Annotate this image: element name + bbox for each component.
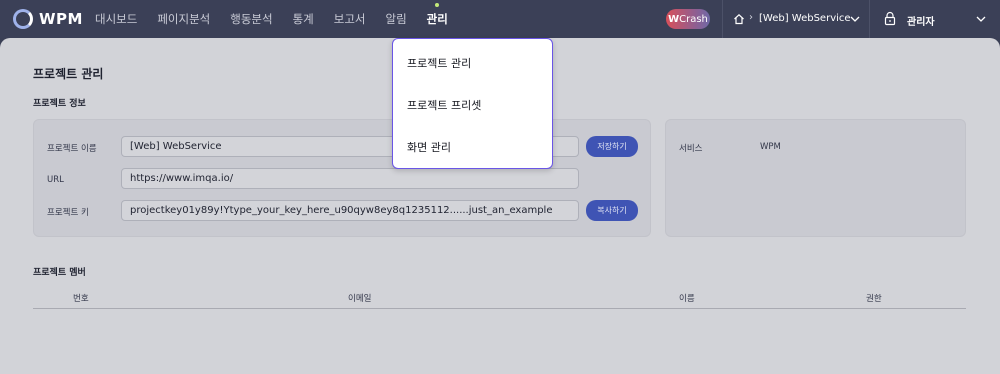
home-icon — [734, 13, 744, 25]
nav-reports[interactable]: 보고서 — [334, 11, 366, 27]
project-key-label: 프로젝트 키 — [47, 208, 89, 218]
management-dropdown-menu: 프로젝트 관리 프로젝트 프리셋 화면 관리 — [392, 38, 553, 169]
project-selector[interactable]: › [Web] WebService — [722, 0, 870, 38]
page-title: 프로젝트 관리 — [33, 67, 104, 81]
save-button[interactable]: 저장하기 — [586, 136, 638, 157]
column-email: 이메일 — [348, 294, 372, 304]
service-card: 서비스 WPM — [665, 119, 966, 237]
menu-item-project-preset[interactable]: 프로젝트 프리셋 — [407, 97, 481, 113]
nav-alerts[interactable]: 알림 — [385, 11, 406, 27]
url-input[interactable]: https://www.imqa.io/ — [121, 168, 579, 189]
wcrash-text: Crash — [679, 13, 708, 25]
column-name: 이름 — [679, 294, 695, 304]
active-indicator-dot — [435, 3, 440, 7]
wcrash-button[interactable]: W Crash — [666, 9, 710, 29]
project-name-label: 프로젝트 이름 — [47, 144, 97, 154]
project-info-title: 프로젝트 정보 — [33, 99, 86, 109]
nav-page-analysis[interactable]: 페이지분석 — [157, 11, 210, 27]
nav-dashboard[interactable]: 대시보드 — [95, 11, 137, 27]
chevron-down-icon — [976, 16, 986, 22]
logo-text: WPM — [39, 10, 83, 28]
project-key-input[interactable]: projectkey01y89y!Ytype_your_key_here_u90… — [121, 200, 579, 221]
lock-icon — [884, 11, 896, 26]
project-members-title: 프로젝트 멤버 — [33, 268, 86, 278]
top-navigation-bar: WPM 대시보드 페이지분석 행동분석 통계 보고서 알림 관리 W Crash … — [0, 0, 1000, 38]
wcrash-letter: W — [668, 13, 680, 25]
members-table-header: 번호 이메일 이름 권한 — [33, 290, 966, 309]
service-value: WPM — [760, 142, 781, 152]
nav-management-label: 관리 — [426, 12, 448, 26]
service-label: 서비스 — [679, 144, 703, 154]
logo-icon — [13, 9, 33, 29]
logo[interactable]: WPM — [13, 9, 83, 29]
nav-management[interactable]: 관리 — [426, 3, 448, 27]
user-menu[interactable]: 관리자 — [871, 0, 1000, 38]
project-info-card: 프로젝트 이름 [Web] WebService 저장하기 URL https:… — [33, 119, 651, 237]
chevron-down-icon — [850, 16, 860, 22]
url-label: URL — [47, 175, 64, 185]
breadcrumb-separator: › — [749, 12, 753, 23]
copy-button[interactable]: 복사하기 — [586, 200, 638, 221]
nav-behavior-analysis[interactable]: 행동분석 — [230, 11, 272, 27]
nav-statistics[interactable]: 통계 — [293, 11, 314, 27]
menu-item-screen-management[interactable]: 화면 관리 — [407, 139, 451, 155]
main-nav: 대시보드 페이지분석 행동분석 통계 보고서 알림 관리 — [95, 0, 468, 38]
column-permission: 권한 — [866, 294, 882, 304]
column-number: 번호 — [73, 294, 89, 304]
project-name: [Web] WebService — [759, 13, 851, 24]
menu-item-project-management[interactable]: 프로젝트 관리 — [407, 55, 471, 71]
user-name: 관리자 — [907, 17, 935, 28]
